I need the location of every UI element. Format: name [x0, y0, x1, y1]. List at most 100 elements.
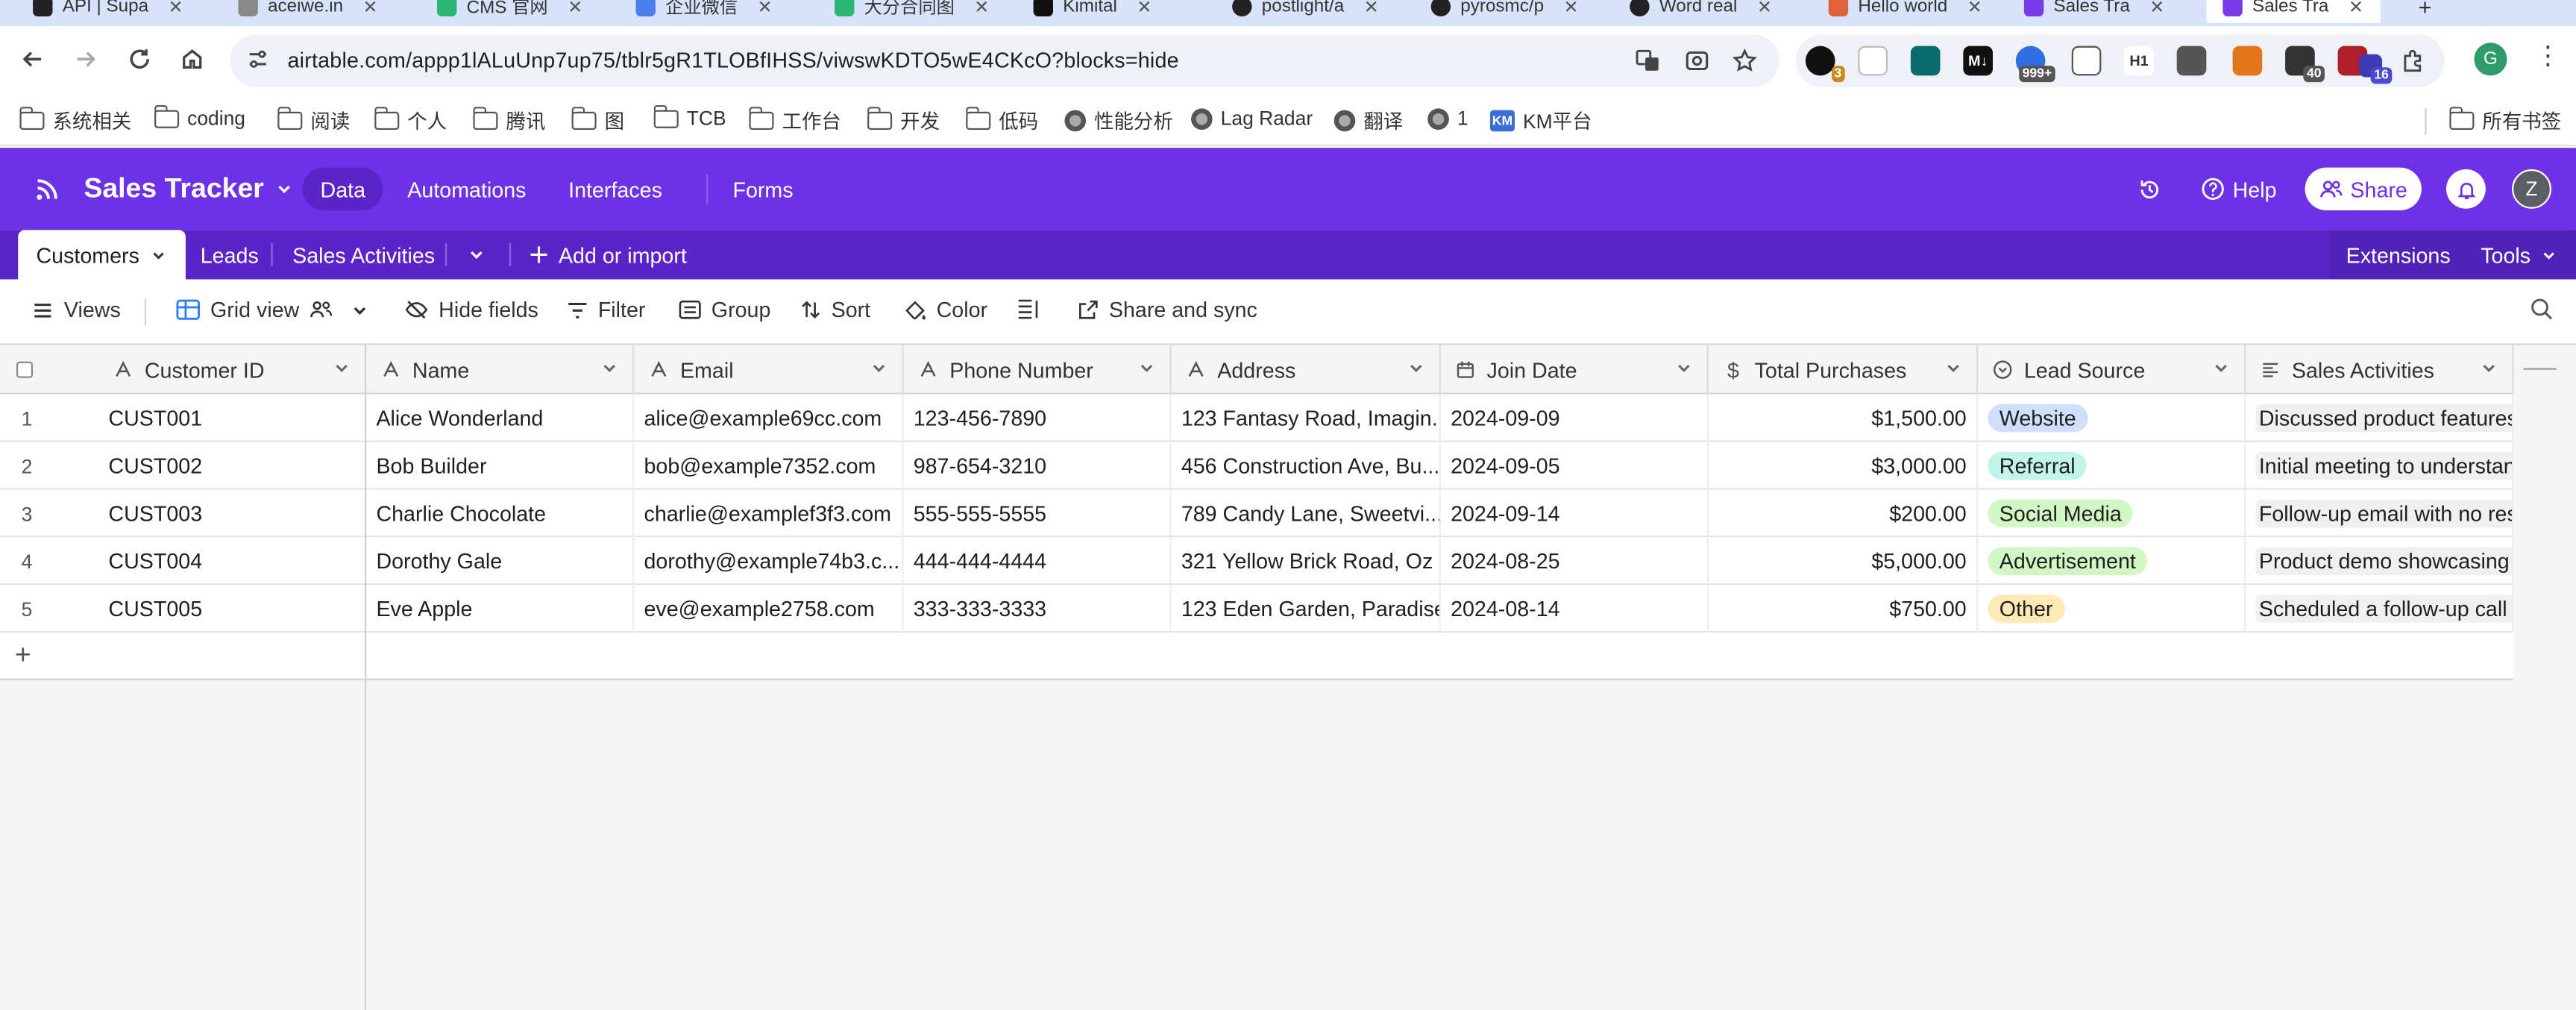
table-row[interactable]: 5 CUST005 Eve Apple eve@example2758.com …	[0, 585, 2514, 633]
browser-tab[interactable]: 企业微信 ✕	[635, 0, 773, 23]
chevron-down-icon[interactable]	[2479, 358, 2498, 377]
reader-extension-icon[interactable]	[2071, 46, 2102, 76]
chevron-down-icon[interactable]	[869, 358, 888, 377]
close-tab-icon[interactable]: ✕	[757, 0, 772, 17]
close-tab-icon[interactable]: ✕	[1757, 0, 1772, 17]
close-tab-icon[interactable]: ✕	[568, 0, 582, 17]
close-tab-icon[interactable]: ✕	[169, 0, 183, 17]
table-tab-sales-activities[interactable]: Sales Activities	[292, 230, 435, 279]
total-purchases-cell[interactable]: $750.00	[1709, 585, 1979, 633]
phone-cell[interactable]: 333-333-3333	[904, 585, 1172, 633]
bookmark-folder[interactable]: 低码	[965, 107, 1038, 134]
email-cell[interactable]: dorothy@example74b3.c...	[634, 537, 904, 586]
browser-tab[interactable]: Hello world ✕	[1828, 0, 1982, 23]
add-or-import-button[interactable]: Add or import	[529, 230, 687, 279]
extension-icon[interactable]: 3	[1805, 46, 1845, 83]
browser-tab[interactable]: Sales Tra ✕	[2023, 0, 2165, 23]
column-header[interactable]: Address	[1172, 345, 1441, 395]
bookmark-star-icon[interactable]	[1732, 48, 1758, 74]
h1-extension-icon[interactable]: H1	[2124, 46, 2154, 76]
book-extension-icon[interactable]	[1910, 46, 1941, 76]
close-tab-icon[interactable]: ✕	[1564, 0, 1579, 17]
bookmark-link[interactable]: 性能分析	[1064, 107, 1173, 134]
close-tab-icon[interactable]: ✕	[1137, 0, 1152, 17]
chevron-down-icon[interactable]	[1137, 358, 1156, 377]
bookmark-folder[interactable]: 个人	[374, 107, 447, 134]
email-cell[interactable]: alice@example69cc.com	[634, 394, 904, 442]
help-button[interactable]: Help	[2202, 169, 2277, 209]
total-purchases-cell[interactable]: $3,000.00	[1709, 442, 1979, 490]
phone-cell[interactable]: 123-456-7890	[904, 394, 1172, 442]
history-icon[interactable]	[2137, 169, 2162, 209]
join-date-cell[interactable]: 2024-08-25	[1441, 537, 1709, 586]
row-height-button[interactable]	[1017, 298, 1040, 319]
email-cell[interactable]: bob@example7352.com	[634, 442, 904, 490]
column-header[interactable]: Name	[366, 345, 635, 395]
copy-extension-icon[interactable]	[1858, 46, 1888, 76]
address-bar[interactable]: airtable.com/appp1lALuUnp7up75/tblr5gR1T…	[230, 34, 1779, 87]
extension-icon[interactable]: 40	[2285, 46, 2325, 83]
bookmark-folder[interactable]: 系统相关	[19, 107, 131, 134]
chevron-down-icon[interactable]	[2211, 358, 2231, 377]
lead-source-cell[interactable]: Other	[1978, 585, 2246, 633]
extension-icon[interactable]	[2176, 46, 2207, 76]
table-row[interactable]: 4 CUST004 Dorothy Gale dorothy@example74…	[0, 537, 2514, 586]
table-row[interactable]: 1 CUST001 Alice Wonderland alice@example…	[0, 394, 2514, 442]
notifications-bell-icon[interactable]	[2445, 169, 2486, 209]
email-cell[interactable]: eve@example2758.com	[634, 585, 904, 633]
phone-cell[interactable]: 555-555-5555	[904, 489, 1172, 538]
browser-tab[interactable]: Word real ✕	[1630, 0, 1772, 23]
grid-view-switcher[interactable]: Grid view	[176, 298, 370, 322]
customer-id-cell[interactable]: CUST003	[98, 489, 365, 537]
home-icon[interactable]	[176, 43, 209, 75]
address-cell[interactable]: 321 Yellow Brick Road, Oz	[1172, 537, 1441, 586]
filter-button[interactable]: Filter	[567, 298, 645, 322]
lead-source-cell[interactable]: Social Media	[1978, 489, 2246, 538]
bookmark-folder[interactable]: coding	[153, 104, 245, 130]
name-cell[interactable]: Charlie Chocolate	[366, 489, 635, 538]
share-button[interactable]: Share	[2305, 167, 2422, 210]
add-record-row[interactable]: +	[0, 633, 2514, 680]
browser-tab[interactable]: aceiwe.in ✕	[238, 0, 378, 23]
column-header[interactable]: $ Total Purchases	[1709, 345, 1979, 395]
site-settings-icon[interactable]	[246, 48, 269, 71]
close-tab-icon[interactable]: ✕	[2349, 0, 2363, 17]
chevron-down-icon[interactable]	[332, 358, 351, 377]
column-header[interactable]: Lead Source	[1978, 345, 2246, 395]
markdown-extension-icon[interactable]: M↓	[1963, 46, 1993, 76]
forward-icon[interactable]	[69, 43, 102, 75]
customer-id-cell[interactable]: CUST001	[98, 395, 365, 442]
address-cell[interactable]: 123 Fantasy Road, Imagin...	[1172, 394, 1441, 442]
add-record-icon[interactable]: +	[15, 639, 31, 672]
join-date-cell[interactable]: 2024-09-14	[1441, 489, 1709, 538]
extension-icon[interactable]: 16	[2359, 54, 2393, 84]
customer-id-cell[interactable]: CUST005	[98, 585, 365, 633]
search-icon[interactable]	[2530, 298, 2553, 321]
tools-button[interactable]: Tools	[2481, 230, 2558, 279]
base-name-menu[interactable]: Sales Tracker	[84, 172, 293, 205]
browser-tab[interactable]: 大分合同图 ✕	[835, 0, 990, 23]
new-tab-button[interactable]: +	[2419, 0, 2432, 23]
sort-button[interactable]: Sort	[800, 298, 870, 322]
close-tab-icon[interactable]: ✕	[1364, 0, 1379, 17]
nav-interfaces[interactable]: Interfaces	[550, 168, 680, 210]
sales-activities-cell[interactable]: Scheduled a follow-up call f	[2246, 585, 2514, 633]
lead-source-cell[interactable]: Referral	[1978, 442, 2246, 490]
table-tab-customers[interactable]: Customers	[18, 230, 186, 280]
puzzle-icon[interactable]	[2398, 46, 2428, 76]
browser-tab-active[interactable]: Sales Tra ✕	[2206, 0, 2381, 23]
bookmark-link[interactable]: 1	[1427, 107, 1468, 130]
close-tab-icon[interactable]: ✕	[2149, 0, 2164, 17]
back-icon[interactable]	[16, 43, 49, 75]
column-header[interactable]: Customer ID	[98, 345, 365, 395]
user-avatar[interactable]: Z	[2512, 169, 2551, 209]
customer-id-cell[interactable]: CUST002	[98, 442, 365, 490]
group-button[interactable]: Group	[679, 298, 770, 322]
column-header[interactable]: Phone Number	[904, 345, 1172, 395]
join-date-cell[interactable]: 2024-09-05	[1441, 442, 1709, 490]
sales-activities-cell[interactable]: Discussed product features	[2246, 394, 2514, 442]
total-purchases-cell[interactable]: $200.00	[1709, 489, 1979, 538]
close-tab-icon[interactable]: ✕	[363, 0, 378, 17]
sales-activities-cell[interactable]: Product demo showcasing k	[2246, 537, 2514, 586]
translate-icon[interactable]	[1635, 48, 1661, 74]
